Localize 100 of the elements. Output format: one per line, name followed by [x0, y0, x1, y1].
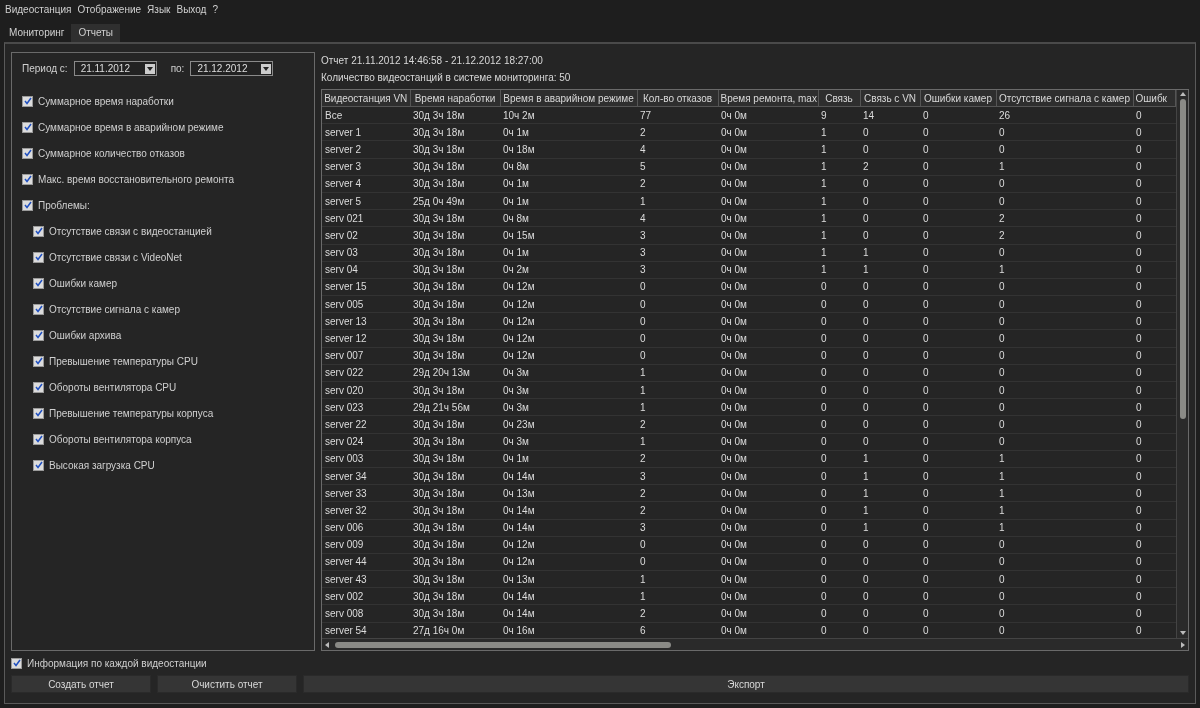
table-cell: 1: [996, 450, 1133, 468]
table-cell: 0: [996, 347, 1133, 365]
table-cell: 30д 3ч 18м: [410, 312, 500, 330]
table-cell: 0: [818, 364, 860, 382]
table-cell: 0: [1133, 570, 1176, 588]
column-header[interactable]: Время наработки: [410, 90, 500, 107]
scroll-up-icon[interactable]: [1179, 92, 1186, 96]
table-cell: 0: [1133, 140, 1176, 159]
table-cell: 29д 20ч 13м: [410, 364, 500, 382]
table-cell: 0: [860, 381, 920, 399]
scroll-right-icon[interactable]: [1181, 641, 1185, 648]
checkbox[interactable]: [33, 329, 44, 341]
table-cell: 25д 0ч 49м: [410, 192, 500, 210]
table-cell: 0: [996, 140, 1133, 159]
table-cell: 0ч 14м: [500, 519, 637, 537]
checkbox[interactable]: [22, 121, 33, 133]
station-count: Количество видеостанций в системе мониторинга: 50: [321, 71, 572, 85]
menu-item[interactable]: Язык: [147, 3, 171, 15]
table-cell: 1: [818, 226, 860, 244]
table-cell: 2: [637, 450, 718, 468]
table-cell: 3: [637, 261, 718, 279]
table-cell: 2: [637, 484, 718, 502]
option-label: Превышение температуры CPU: [49, 355, 198, 367]
horizontal-scrollbar[interactable]: [322, 638, 1188, 650]
table-cell: 0: [996, 244, 1133, 262]
checkbox[interactable]: [33, 459, 44, 471]
scroll-left-icon[interactable]: [325, 641, 329, 648]
dropdown-icon[interactable]: [144, 63, 155, 74]
column-header[interactable]: Время ремонта, max: [718, 90, 818, 107]
table-cell: 0ч 0м: [718, 347, 818, 365]
table-cell: 0ч 12м: [500, 536, 637, 554]
checkbox[interactable]: [22, 147, 33, 159]
checkbox[interactable]: [22, 95, 33, 107]
table-cell: 0ч 0м: [718, 433, 818, 451]
menu-item[interactable]: Выход: [176, 3, 207, 15]
tab[interactable]: Мониторинг: [2, 24, 72, 42]
table-cell: 0ч 0м: [718, 398, 818, 416]
table-cell: 0ч 14м: [500, 467, 637, 485]
table-cell: serv 007: [322, 347, 410, 365]
table-cell: 0ч 0м: [718, 192, 818, 210]
column-header[interactable]: Связь с VN: [860, 90, 920, 107]
checkbox[interactable]: [22, 173, 33, 185]
vertical-scrollbar[interactable]: [1176, 90, 1188, 638]
table-cell: serv 024: [322, 433, 410, 451]
table-cell: 0: [818, 312, 860, 330]
dropdown-icon[interactable]: [261, 63, 272, 74]
table-cell: 0: [920, 398, 996, 416]
column-header[interactable]: Ошибки камер: [920, 90, 996, 107]
table-cell: 30д 3ч 18м: [410, 519, 500, 537]
checkbox[interactable]: [33, 225, 44, 237]
column-header[interactable]: Время в аварийном режиме: [500, 90, 637, 107]
checkbox[interactable]: [33, 277, 44, 289]
table-cell: 0: [860, 415, 920, 434]
checkbox[interactable]: [33, 303, 44, 315]
export-button[interactable]: Экспорт: [303, 675, 1189, 693]
table-cell: 0ч 0м: [718, 244, 818, 262]
table-cell: 1: [637, 587, 718, 605]
menu-item[interactable]: ?: [212, 3, 218, 15]
table-cell: 2: [996, 209, 1133, 227]
date-field[interactable]: 21.11.2012: [73, 61, 157, 76]
table-cell: 0: [920, 209, 996, 227]
table-cell: 2: [637, 123, 718, 141]
table-cell: server 43: [322, 570, 410, 588]
column-header[interactable]: Связь: [818, 90, 860, 107]
table-cell: 0: [818, 536, 860, 554]
date-field[interactable]: 21.12.2012: [190, 61, 274, 76]
table-cell: 0: [818, 570, 860, 588]
table-cell: 0: [996, 381, 1133, 399]
option-label: Отсутствие связи с VideoNet: [49, 251, 182, 263]
table-cell: server 33: [322, 484, 410, 502]
table-cell: 0: [920, 381, 996, 399]
table-cell: 0: [1133, 467, 1176, 485]
checkbox[interactable]: [11, 657, 22, 669]
column-header[interactable]: Видеостанция VN: [322, 90, 410, 107]
table-cell: 2: [637, 415, 718, 434]
column-header[interactable]: Кол-во отказов: [637, 90, 718, 107]
checkbox[interactable]: [33, 433, 44, 445]
table-cell: 1: [860, 467, 920, 485]
table-cell: 0: [818, 415, 860, 434]
checkbox[interactable]: [33, 355, 44, 367]
table-cell: 0ч 0м: [718, 364, 818, 382]
table-cell: 0ч 12м: [500, 278, 637, 296]
menu-item[interactable]: Видеостанция: [5, 3, 72, 15]
table-cell: 0: [996, 553, 1133, 571]
table-cell: 0ч 0м: [718, 329, 818, 348]
scroll-down-icon[interactable]: [1179, 631, 1186, 635]
table-cell: 0: [996, 295, 1133, 313]
checkbox[interactable]: [33, 381, 44, 393]
column-header[interactable]: Отсутствие сигнала с камер: [996, 90, 1133, 107]
tab[interactable]: Отчеты: [71, 24, 121, 42]
table-cell: 0ч 2м: [500, 261, 637, 279]
create-report-button[interactable]: Создать отчет: [11, 675, 151, 693]
table-cell: 0: [1133, 433, 1176, 451]
column-header[interactable]: Ошибк: [1133, 90, 1176, 107]
checkbox[interactable]: [33, 251, 44, 263]
clear-report-button[interactable]: Очистить отчет: [157, 675, 297, 693]
table-cell: 3: [637, 244, 718, 262]
checkbox[interactable]: [33, 407, 44, 419]
menu-item[interactable]: Отображение: [77, 3, 142, 15]
checkbox[interactable]: [22, 199, 33, 211]
